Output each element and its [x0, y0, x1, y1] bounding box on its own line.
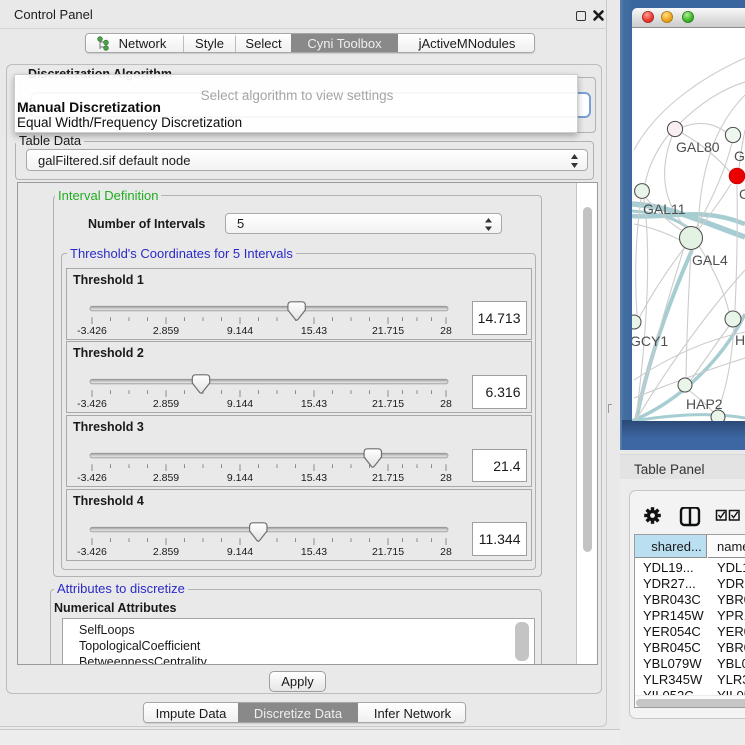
svg-text:C: C	[739, 186, 745, 202]
svg-text:GAL80: GAL80	[676, 139, 720, 155]
svg-text:GAL11: GAL11	[643, 201, 686, 217]
svg-text:GAL4: GAL4	[692, 252, 728, 268]
svg-text:GA: GA	[734, 148, 745, 164]
svg-text:GCY1: GCY1	[632, 333, 668, 349]
svg-text:HAP2: HAP2	[686, 396, 723, 412]
svg-text:H: H	[735, 332, 745, 348]
